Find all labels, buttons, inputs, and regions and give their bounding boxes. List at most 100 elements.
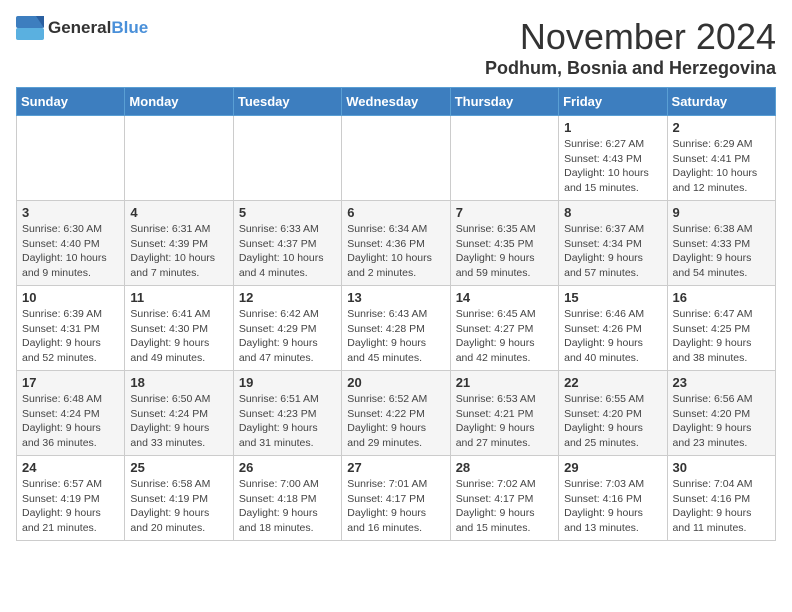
day-number: 26 bbox=[239, 460, 336, 475]
day-info: Sunrise: 6:55 AM Sunset: 4:20 PM Dayligh… bbox=[564, 392, 661, 451]
day-cell: 24 Sunrise: 6:57 AM Sunset: 4:19 PM Dayli… bbox=[17, 456, 125, 541]
day-cell: 25 Sunrise: 6:58 AM Sunset: 4:19 PM Dayli… bbox=[125, 456, 233, 541]
day-number: 13 bbox=[347, 290, 444, 305]
day-info: Sunrise: 6:43 AM Sunset: 4:28 PM Dayligh… bbox=[347, 307, 444, 366]
day-cell: 23 Sunrise: 6:56 AM Sunset: 4:20 PM Dayli… bbox=[667, 371, 775, 456]
day-info: Sunrise: 6:38 AM Sunset: 4:33 PM Dayligh… bbox=[673, 222, 770, 281]
day-info: Sunrise: 6:57 AM Sunset: 4:19 PM Dayligh… bbox=[22, 477, 119, 536]
month-title: November 2024 bbox=[485, 16, 776, 58]
day-info: Sunrise: 6:48 AM Sunset: 4:24 PM Dayligh… bbox=[22, 392, 119, 451]
day-info: Sunrise: 7:04 AM Sunset: 4:16 PM Dayligh… bbox=[673, 477, 770, 536]
day-info: Sunrise: 6:29 AM Sunset: 4:41 PM Dayligh… bbox=[673, 137, 770, 196]
day-number: 20 bbox=[347, 375, 444, 390]
day-cell: 30 Sunrise: 7:04 AM Sunset: 4:16 PM Dayli… bbox=[667, 456, 775, 541]
day-number: 9 bbox=[673, 205, 770, 220]
weekday-header-row: SundayMondayTuesdayWednesdayThursdayFrid… bbox=[17, 88, 776, 116]
day-cell bbox=[233, 116, 341, 201]
day-cell: 29Sunrise: 7:03 AM Sunset: 4:16 PM Dayli… bbox=[559, 456, 667, 541]
day-number: 27 bbox=[347, 460, 444, 475]
week-row-2: 3 Sunrise: 6:30 AM Sunset: 4:40 PM Daylig… bbox=[17, 201, 776, 286]
day-number: 7 bbox=[456, 205, 553, 220]
day-cell: 2 Sunrise: 6:29 AM Sunset: 4:41 PM Daylig… bbox=[667, 116, 775, 201]
day-number: 10 bbox=[22, 290, 119, 305]
day-number: 8 bbox=[564, 205, 661, 220]
day-number: 22 bbox=[564, 375, 661, 390]
day-cell: 11 Sunrise: 6:41 AM Sunset: 4:30 PM Dayli… bbox=[125, 286, 233, 371]
day-number: 17 bbox=[22, 375, 119, 390]
day-cell: 22 Sunrise: 6:55 AM Sunset: 4:20 PM Dayli… bbox=[559, 371, 667, 456]
day-number: 6 bbox=[347, 205, 444, 220]
day-info: Sunrise: 6:46 AM Sunset: 4:26 PM Dayligh… bbox=[564, 307, 661, 366]
day-cell: 17 Sunrise: 6:48 AM Sunset: 4:24 PM Dayli… bbox=[17, 371, 125, 456]
day-cell: 26 Sunrise: 7:00 AM Sunset: 4:18 PM Dayli… bbox=[233, 456, 341, 541]
day-info: Sunrise: 6:30 AM Sunset: 4:40 PM Dayligh… bbox=[22, 222, 119, 281]
header: GeneralBlue November 2024 Podhum, Bosnia… bbox=[16, 16, 776, 79]
weekday-header-tuesday: Tuesday bbox=[233, 88, 341, 116]
weekday-header-wednesday: Wednesday bbox=[342, 88, 450, 116]
day-number: 21 bbox=[456, 375, 553, 390]
day-cell: 5 Sunrise: 6:33 AM Sunset: 4:37 PM Daylig… bbox=[233, 201, 341, 286]
day-info: Sunrise: 6:37 AM Sunset: 4:34 PM Dayligh… bbox=[564, 222, 661, 281]
day-info: Sunrise: 6:39 AM Sunset: 4:31 PM Dayligh… bbox=[22, 307, 119, 366]
week-row-5: 24 Sunrise: 6:57 AM Sunset: 4:19 PM Dayli… bbox=[17, 456, 776, 541]
day-number: 23 bbox=[673, 375, 770, 390]
day-number: 18 bbox=[130, 375, 227, 390]
day-number: 14 bbox=[456, 290, 553, 305]
day-cell: 8 Sunrise: 6:37 AM Sunset: 4:34 PM Daylig… bbox=[559, 201, 667, 286]
weekday-header-thursday: Thursday bbox=[450, 88, 558, 116]
day-number: 24 bbox=[22, 460, 119, 475]
logo-general: GeneralBlue bbox=[48, 18, 148, 38]
day-number: 25 bbox=[130, 460, 227, 475]
day-number: 15 bbox=[564, 290, 661, 305]
day-info: Sunrise: 6:58 AM Sunset: 4:19 PM Dayligh… bbox=[130, 477, 227, 536]
day-cell bbox=[342, 116, 450, 201]
calendar-table: SundayMondayTuesdayWednesdayThursdayFrid… bbox=[16, 87, 776, 541]
day-info: Sunrise: 7:01 AM Sunset: 4:17 PM Dayligh… bbox=[347, 477, 444, 536]
day-info: Sunrise: 6:35 AM Sunset: 4:35 PM Dayligh… bbox=[456, 222, 553, 281]
day-number: 11 bbox=[130, 290, 227, 305]
day-cell: 16Sunrise: 6:47 AM Sunset: 4:25 PM Dayli… bbox=[667, 286, 775, 371]
day-cell: 15 Sunrise: 6:46 AM Sunset: 4:26 PM Dayli… bbox=[559, 286, 667, 371]
day-number: 5 bbox=[239, 205, 336, 220]
day-info: Sunrise: 7:00 AM Sunset: 4:18 PM Dayligh… bbox=[239, 477, 336, 536]
day-cell: 9 Sunrise: 6:38 AM Sunset: 4:33 PM Daylig… bbox=[667, 201, 775, 286]
day-cell bbox=[450, 116, 558, 201]
week-row-3: 10 Sunrise: 6:39 AM Sunset: 4:31 PM Dayli… bbox=[17, 286, 776, 371]
day-cell bbox=[125, 116, 233, 201]
day-info: Sunrise: 6:31 AM Sunset: 4:39 PM Dayligh… bbox=[130, 222, 227, 281]
day-info: Sunrise: 6:34 AM Sunset: 4:36 PM Dayligh… bbox=[347, 222, 444, 281]
day-info: Sunrise: 6:41 AM Sunset: 4:30 PM Dayligh… bbox=[130, 307, 227, 366]
day-info: Sunrise: 6:56 AM Sunset: 4:20 PM Dayligh… bbox=[673, 392, 770, 451]
day-cell: 18 Sunrise: 6:50 AM Sunset: 4:24 PM Dayli… bbox=[125, 371, 233, 456]
day-info: Sunrise: 6:33 AM Sunset: 4:37 PM Dayligh… bbox=[239, 222, 336, 281]
day-cell: 19Sunrise: 6:51 AM Sunset: 4:23 PM Dayli… bbox=[233, 371, 341, 456]
day-info: Sunrise: 6:52 AM Sunset: 4:22 PM Dayligh… bbox=[347, 392, 444, 451]
day-cell: 12Sunrise: 6:42 AM Sunset: 4:29 PM Dayli… bbox=[233, 286, 341, 371]
week-row-4: 17 Sunrise: 6:48 AM Sunset: 4:24 PM Dayli… bbox=[17, 371, 776, 456]
day-cell: 1Sunrise: 6:27 AM Sunset: 4:43 PM Daylig… bbox=[559, 116, 667, 201]
day-cell: 13 Sunrise: 6:43 AM Sunset: 4:28 PM Dayli… bbox=[342, 286, 450, 371]
weekday-header-sunday: Sunday bbox=[17, 88, 125, 116]
day-cell: 7 Sunrise: 6:35 AM Sunset: 4:35 PM Daylig… bbox=[450, 201, 558, 286]
day-number: 28 bbox=[456, 460, 553, 475]
day-number: 4 bbox=[130, 205, 227, 220]
day-number: 3 bbox=[22, 205, 119, 220]
location-title: Podhum, Bosnia and Herzegovina bbox=[485, 58, 776, 79]
day-info: Sunrise: 6:53 AM Sunset: 4:21 PM Dayligh… bbox=[456, 392, 553, 451]
day-cell: 14Sunrise: 6:45 AM Sunset: 4:27 PM Dayli… bbox=[450, 286, 558, 371]
weekday-header-saturday: Saturday bbox=[667, 88, 775, 116]
day-cell: 3 Sunrise: 6:30 AM Sunset: 4:40 PM Daylig… bbox=[17, 201, 125, 286]
day-cell: 20 Sunrise: 6:52 AM Sunset: 4:22 PM Dayli… bbox=[342, 371, 450, 456]
day-number: 16 bbox=[673, 290, 770, 305]
day-number: 30 bbox=[673, 460, 770, 475]
day-info: Sunrise: 6:51 AM Sunset: 4:23 PM Dayligh… bbox=[239, 392, 336, 451]
day-number: 2 bbox=[673, 120, 770, 135]
day-cell: 28Sunrise: 7:02 AM Sunset: 4:17 PM Dayli… bbox=[450, 456, 558, 541]
day-cell: 27 Sunrise: 7:01 AM Sunset: 4:17 PM Dayli… bbox=[342, 456, 450, 541]
day-info: Sunrise: 7:03 AM Sunset: 4:16 PM Dayligh… bbox=[564, 477, 661, 536]
weekday-header-friday: Friday bbox=[559, 88, 667, 116]
week-row-1: 1Sunrise: 6:27 AM Sunset: 4:43 PM Daylig… bbox=[17, 116, 776, 201]
logo: GeneralBlue bbox=[16, 16, 148, 40]
day-cell: 4 Sunrise: 6:31 AM Sunset: 4:39 PM Daylig… bbox=[125, 201, 233, 286]
day-info: Sunrise: 6:50 AM Sunset: 4:24 PM Dayligh… bbox=[130, 392, 227, 451]
